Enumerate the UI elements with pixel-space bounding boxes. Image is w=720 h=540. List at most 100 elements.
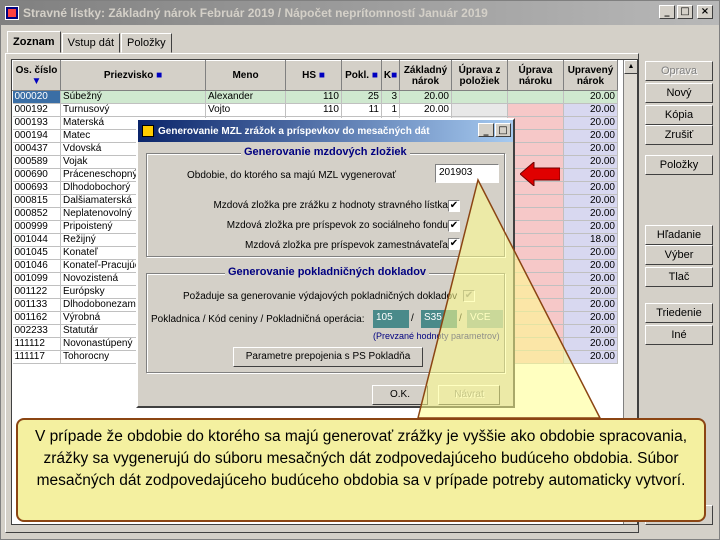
col-priezvisko[interactable]: Priezvisko ■ <box>60 60 206 91</box>
table-cell: 000437 <box>12 142 61 156</box>
table-cell <box>507 259 564 273</box>
generate-dialog: Generovanie MZL zrážok a príspevkov do m… <box>136 118 515 408</box>
parametre-button[interactable]: Parametre prepojenia s PS Pokladňa <box>233 347 423 367</box>
sort-marker-icon: ■ <box>318 70 325 81</box>
dialog-maximize-button[interactable]: □ <box>495 123 511 137</box>
annotation-callout: V prípade že obdobie do ktorého sa majú … <box>16 418 706 522</box>
cash-label: Pokladnica / Kód ceniny / Pokladničná op… <box>151 314 365 325</box>
check-zamestnavatel-checkbox[interactable]: ✔ <box>448 238 460 250</box>
ok-button[interactable]: O.K. <box>372 385 428 405</box>
scroll-up-icon[interactable]: ▲ <box>624 60 637 74</box>
table-cell: 111112 <box>12 337 61 351</box>
side-button-4[interactable]: Položky <box>645 155 713 175</box>
table-cell: 000999 <box>12 220 61 234</box>
table-cell: 20.00 <box>563 90 618 104</box>
sort-marker-icon: ■ <box>156 70 163 81</box>
table-cell: 001133 <box>12 298 61 312</box>
window-title: Stravné lístky: Základný nárok Február 2… <box>23 6 488 20</box>
side-button-2[interactable]: Kópia <box>645 105 713 125</box>
col-os-cislo[interactable]: Os. číslo ▼ <box>12 60 61 91</box>
dialog-minimize-button[interactable]: _ <box>478 123 494 137</box>
table-cell: 20.00 <box>563 103 618 117</box>
col-upraveny-narok[interactable]: Upravený nárok <box>563 60 618 91</box>
sort-desc-icon: ▼ <box>31 75 42 87</box>
side-button-5[interactable]: Hľadanie <box>645 225 713 245</box>
table-cell: 20.00 <box>563 285 618 299</box>
table-cell: 20.00 <box>563 155 618 169</box>
side-button-9[interactable]: Iné <box>645 325 713 345</box>
table-cell: Alexander <box>205 90 286 104</box>
table-cell: 20.00 <box>563 259 618 273</box>
table-cell: 000192 <box>12 103 61 117</box>
side-button-6[interactable]: Výber <box>645 245 713 265</box>
table-cell: 001122 <box>12 285 61 299</box>
table-cell: 11 <box>341 103 382 117</box>
prevzane-note: (Prevzané hodnoty parametrov) <box>373 331 500 341</box>
tab-zoznam[interactable]: Zoznam <box>7 31 61 53</box>
side-button-7[interactable]: Tlač <box>645 267 713 287</box>
navrat-button[interactable]: Návrat <box>438 385 500 405</box>
table-cell: 000815 <box>12 194 61 208</box>
table-row[interactable]: 000020 Súbežný Alexander 110 25 3 20.00 20.00 <box>12 90 618 104</box>
check-label: Mzdová zložka pre zrážku z hodnoty strav… <box>213 200 448 211</box>
sort-marker-icon: ■ <box>391 70 398 81</box>
table-cell: 001046 <box>12 259 61 273</box>
table-cell <box>507 272 564 286</box>
table-cell: 20.00 <box>563 220 618 234</box>
col-zakladny-narok[interactable]: Základný nárok <box>399 60 452 91</box>
table-cell: 20.00 <box>563 337 618 351</box>
table-cell: 110 <box>285 90 342 104</box>
period-label: Obdobie, do ktorého sa majú MZL vygenero… <box>187 170 397 181</box>
table-cell <box>507 298 564 312</box>
table-cell <box>451 90 508 104</box>
table-cell: 20.00 <box>563 272 618 286</box>
side-button-3[interactable]: Zrušiť <box>645 125 713 145</box>
table-row[interactable]: 000192 Turnusový Vojto 110 11 1 20.00 20.00 <box>12 103 618 117</box>
group-title: Generovanie mzdových zložiek <box>241 146 410 158</box>
tab-vstup-dat[interactable]: Vstup dát <box>61 33 121 53</box>
table-cell <box>451 103 508 117</box>
table-cell: 002233 <box>12 324 61 338</box>
check-label: Mzdová zložka pre príspevok zo sociálneh… <box>226 220 448 231</box>
maximize-button[interactable]: □ <box>677 5 693 19</box>
col-meno[interactable]: Meno <box>205 60 286 91</box>
title-bar: Stravné lístky: Základný nárok Február 2… <box>1 1 719 25</box>
pokladnicna-operacia-field[interactable]: VCE <box>467 310 503 328</box>
table-cell: 20.00 <box>563 142 618 156</box>
table-cell: 20.00 <box>399 103 452 117</box>
table-cell: 001044 <box>12 233 61 247</box>
kod-ceniny-field[interactable]: S35 <box>421 310 457 328</box>
dialog-title: Generovanie MZL zrážok a príspevkov do m… <box>158 125 430 137</box>
side-button-0[interactable]: Oprava <box>645 61 713 81</box>
table-cell <box>507 324 564 338</box>
tab-polozky[interactable]: Položky <box>121 33 172 53</box>
dialog-title-bar: Generovanie MZL zrážok a príspevkov do m… <box>138 120 513 142</box>
table-cell <box>507 194 564 208</box>
table-cell <box>507 285 564 299</box>
side-button-8[interactable]: Triedenie <box>645 303 713 323</box>
col-uprava-z-poloziek[interactable]: Úprava z položiek <box>451 60 508 91</box>
col-k[interactable]: K■ <box>381 60 400 91</box>
group-title: Generovanie pokladničných dokladov <box>225 266 430 278</box>
table-cell <box>507 233 564 247</box>
check-socialny-fond-checkbox[interactable]: ✔ <box>448 220 460 232</box>
require-checkbox[interactable]: ✔ <box>463 290 475 302</box>
table-cell: 3 <box>381 90 400 104</box>
table-cell: 18.00 <box>563 233 618 247</box>
pokladnica-field[interactable]: 105 <box>373 310 409 328</box>
table-cell: 20.00 <box>563 350 618 364</box>
table-cell: Turnusový <box>60 103 206 117</box>
check-zrazka-checkbox[interactable]: ✔ <box>448 200 460 212</box>
table-cell: 20.00 <box>563 246 618 260</box>
col-pokl[interactable]: Pokl. ■ <box>341 60 382 91</box>
table-cell <box>507 220 564 234</box>
col-hs[interactable]: HS ■ <box>285 60 342 91</box>
close-button[interactable]: × <box>697 5 713 19</box>
table-cell: 000020 <box>12 90 61 104</box>
period-input[interactable]: 201903 <box>435 164 499 183</box>
table-cell: 20.00 <box>563 116 618 130</box>
side-button-1[interactable]: Nový <box>645 83 713 103</box>
col-uprava-naroku[interactable]: Úprava nároku <box>507 60 564 91</box>
minimize-button[interactable]: _ <box>659 5 675 19</box>
table-cell: 000693 <box>12 181 61 195</box>
